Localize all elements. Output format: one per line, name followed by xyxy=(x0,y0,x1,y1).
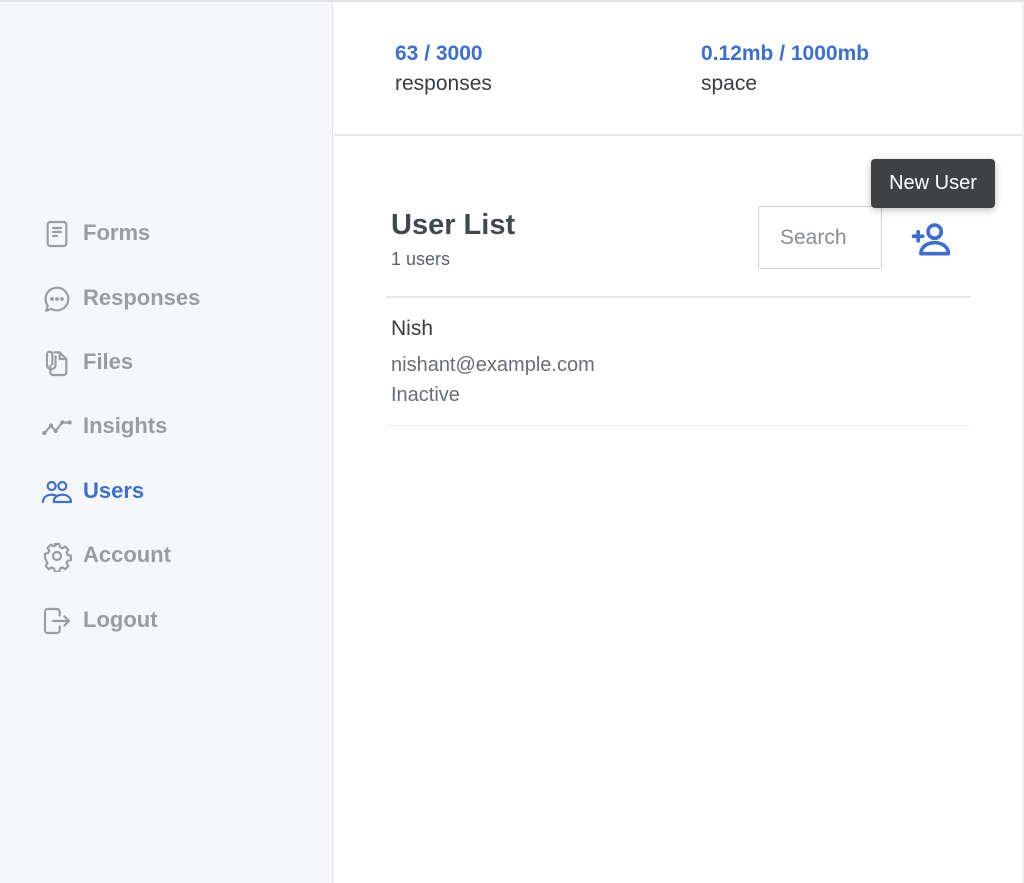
space-stat: 0.12mb / 1000mb space xyxy=(701,40,869,100)
users-icon xyxy=(40,475,74,509)
line-chart-icon xyxy=(40,410,74,444)
add-user-icon xyxy=(911,223,951,256)
user-list-header: User List 1 users xyxy=(391,207,515,272)
sidebar-item-insights[interactable]: Insights xyxy=(40,395,200,459)
user-count: 1 users xyxy=(391,249,451,269)
responses-stat-caption: responses xyxy=(395,72,492,95)
divider xyxy=(386,425,971,426)
responses-stat: 63 / 3000 responses xyxy=(395,40,492,100)
sidebar-item-label: Users xyxy=(83,477,145,503)
gear-icon xyxy=(40,539,74,573)
sidebar-item-forms[interactable]: Forms xyxy=(40,202,200,266)
sidebar: Forms Responses Files Insights Users Acc… xyxy=(0,4,333,883)
sidebar-item-logout[interactable]: Logout xyxy=(40,588,200,652)
sidebar-item-label: Account xyxy=(83,542,171,568)
sidebar-item-label: Forms xyxy=(83,220,151,246)
list-item[interactable]: Nish nishant@example.com Inactive xyxy=(391,314,595,410)
new-user-button[interactable] xyxy=(906,214,956,264)
chat-bubble-icon xyxy=(40,282,74,316)
sidebar-item-label: Logout xyxy=(83,606,158,632)
search-input[interactable] xyxy=(758,206,882,269)
sidebar-item-label: Insights xyxy=(83,413,168,439)
sidebar-nav: Forms Responses Files Insights Users Acc… xyxy=(40,202,200,653)
new-user-tooltip: New User xyxy=(871,159,995,208)
user-status: Inactive xyxy=(391,384,460,406)
document-icon xyxy=(40,217,74,251)
sidebar-item-files[interactable]: Files xyxy=(40,331,200,395)
sidebar-item-label: Files xyxy=(83,348,134,374)
sidebar-item-users[interactable]: Users xyxy=(40,460,200,524)
paperclip-file-icon xyxy=(40,346,74,380)
usage-stats: 63 / 3000 responses 0.12mb / 1000mb spac… xyxy=(334,2,1022,136)
user-email: nishant@example.com xyxy=(391,354,595,376)
divider xyxy=(386,296,971,298)
logout-icon xyxy=(40,604,74,638)
space-stat-value: 0.12mb / 1000mb xyxy=(701,42,870,65)
responses-stat-value: 63 / 3000 xyxy=(395,42,483,65)
sidebar-item-label: Responses xyxy=(83,284,201,310)
sidebar-item-account[interactable]: Account xyxy=(40,524,200,588)
user-name: Nish xyxy=(391,317,434,340)
sidebar-item-responses[interactable]: Responses xyxy=(40,266,200,330)
space-stat-caption: space xyxy=(701,72,758,95)
page-title: User List xyxy=(391,209,516,241)
main-content: 63 / 3000 responses 0.12mb / 1000mb spac… xyxy=(334,2,1022,883)
